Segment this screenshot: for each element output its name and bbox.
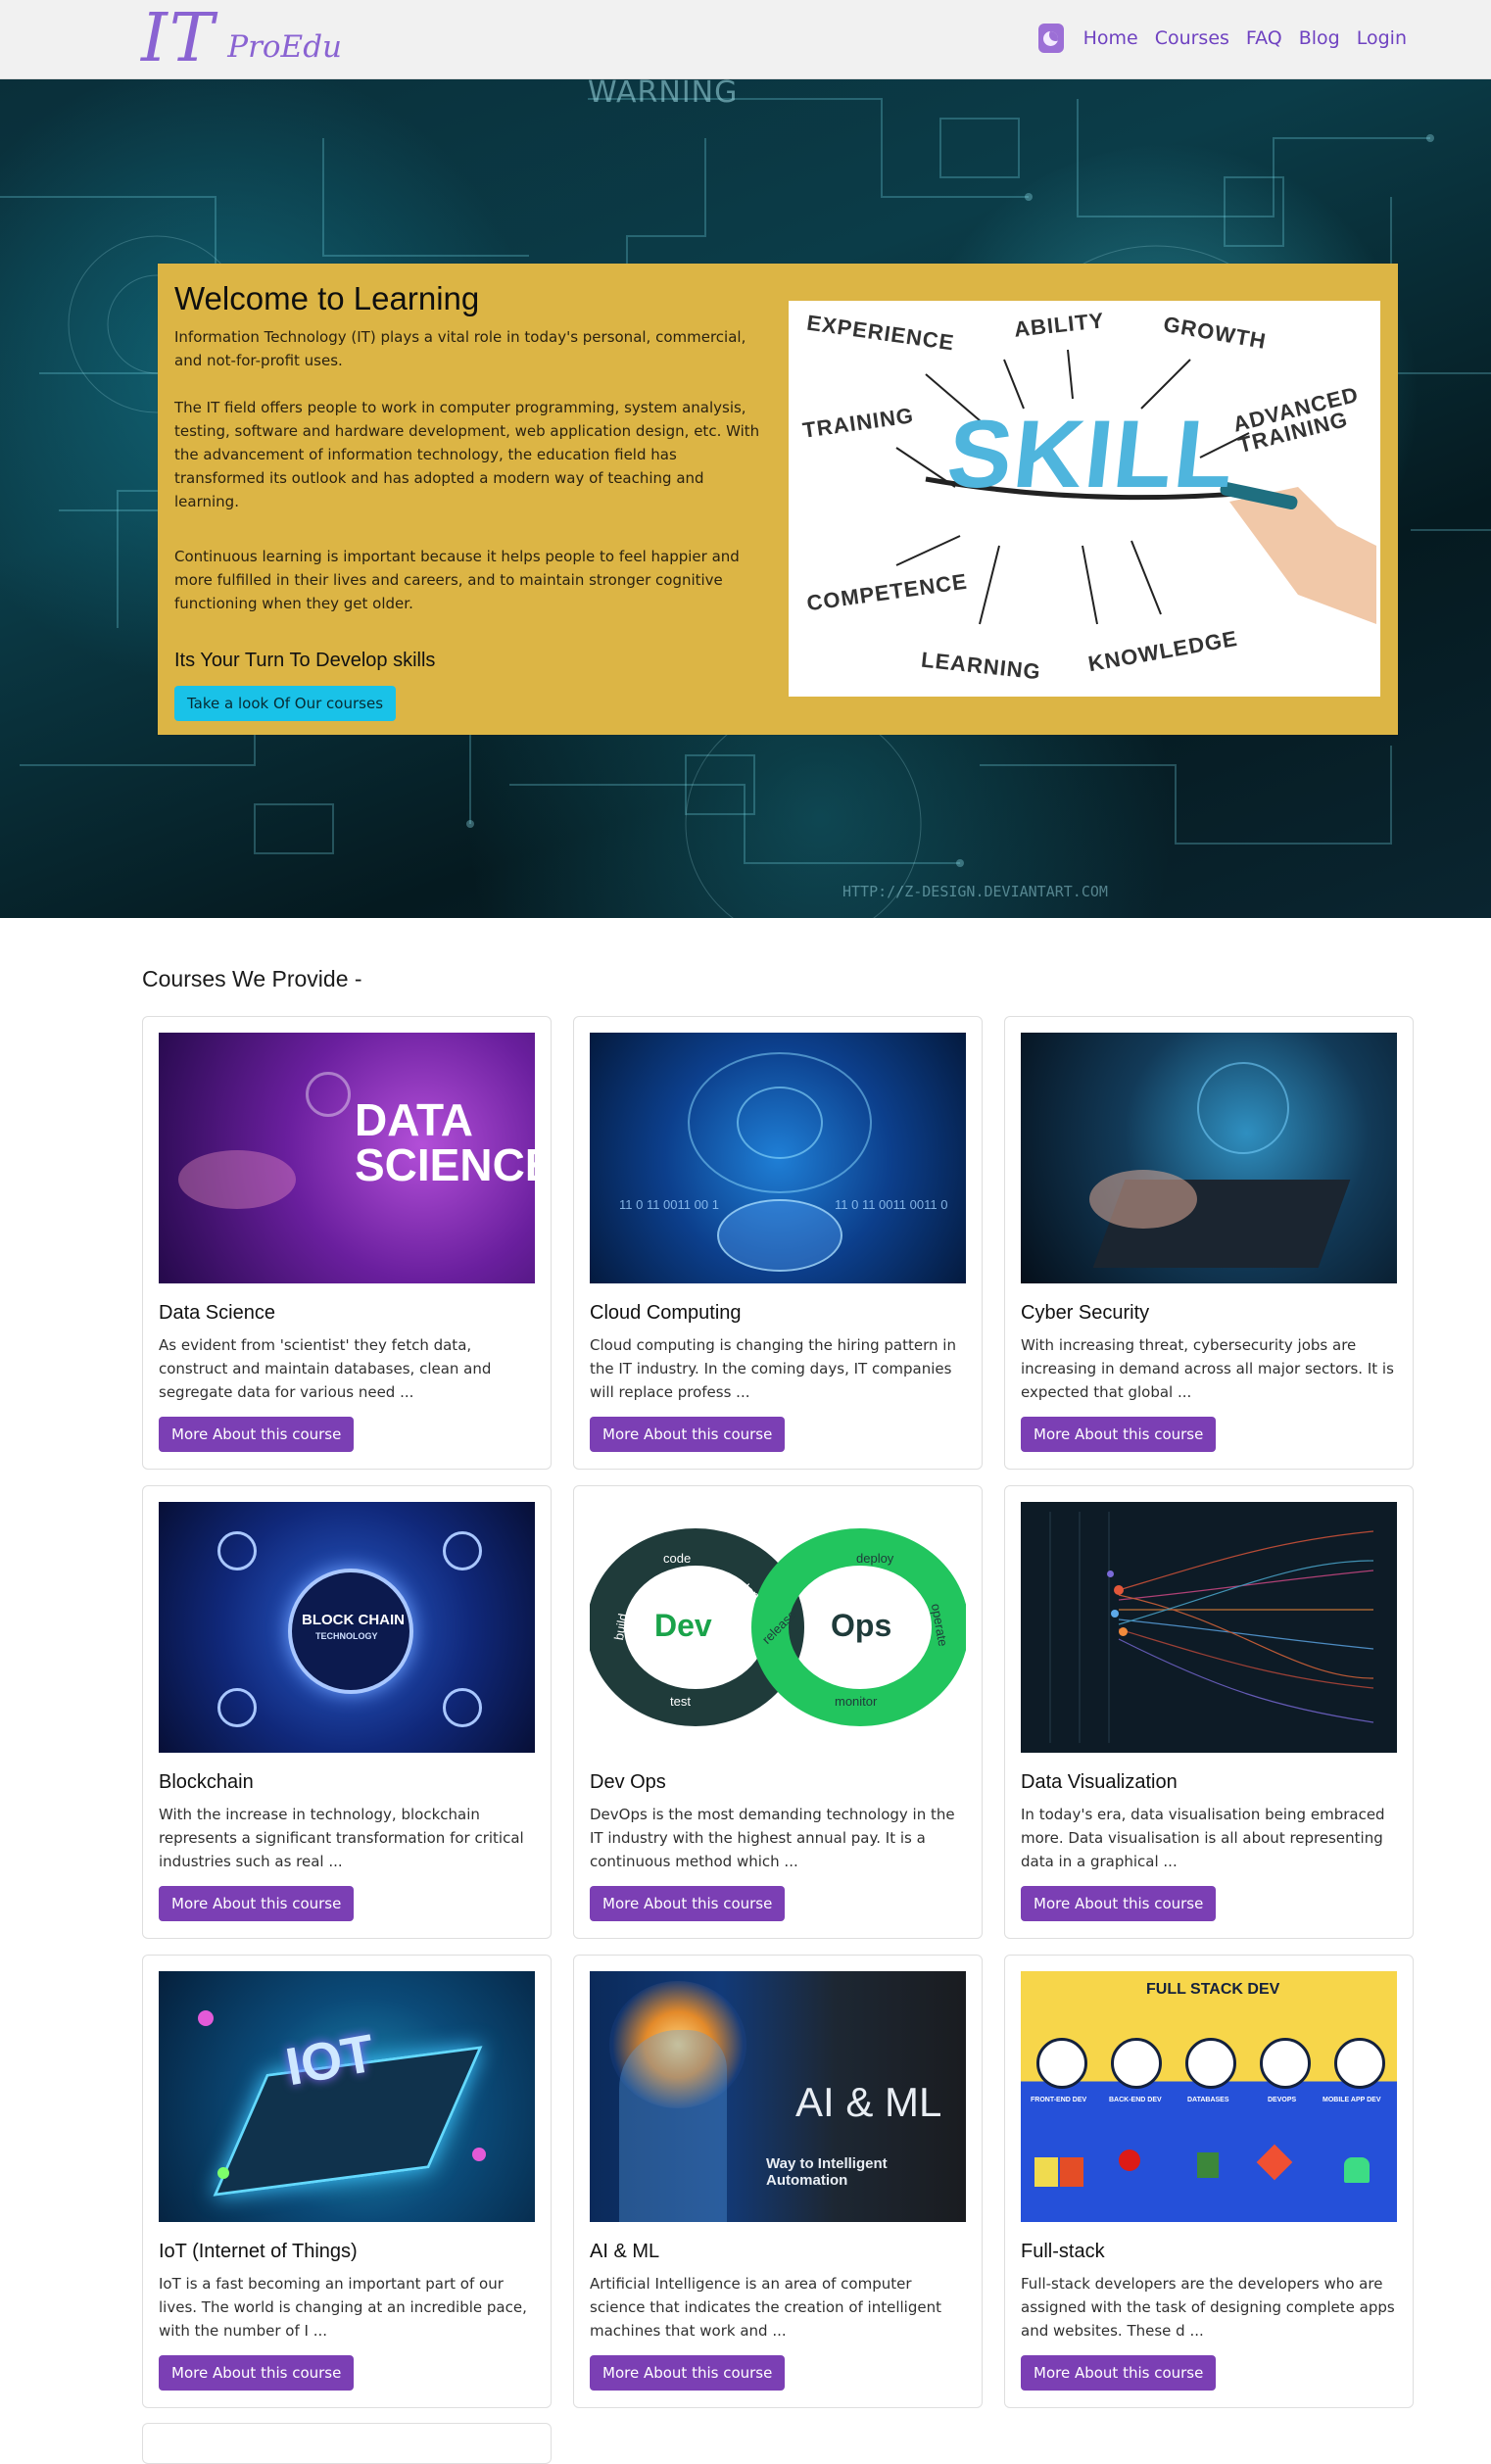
- course-description: Cloud computing is changing the hiring p…: [590, 1336, 956, 1401]
- skill-illustration: SKILL EXPERIENCE ABILITY GROWTH TRAINING…: [789, 301, 1380, 697]
- course-title: Dev Ops: [590, 1771, 666, 1793]
- course-image: Dev Ops code plan build test release dep…: [590, 1502, 966, 1753]
- image-text-code: code: [663, 1551, 692, 1566]
- course-image: [1021, 1033, 1397, 1283]
- brand-logo[interactable]: IT ProEdu: [141, 4, 342, 74]
- image-text-block-chain: BLOCK CHAIN: [302, 1612, 405, 1628]
- nav-login[interactable]: Login: [1357, 27, 1407, 49]
- navbar: IT ProEdu Home Courses FAQ Blog Login: [0, 0, 1491, 79]
- image-text-front-end-dev: FRONT-END DEV: [1031, 2097, 1087, 2103]
- nav-blog[interactable]: Blog: [1299, 27, 1340, 49]
- image-text-binary-left: 11 0 11 0011 00 1: [619, 1197, 719, 1212]
- course-description: DevOps is the most demanding technology …: [590, 1806, 955, 1870]
- course-title: Cloud Computing: [590, 1302, 742, 1324]
- course-card-cyber-security: Cyber Security With increasing threat, c…: [1004, 1016, 1414, 1470]
- more-about-course-button[interactable]: More About this course: [159, 2355, 355, 2391]
- course-card-ai-ml: AI & ML Way to Intelligent Automation AI…: [573, 1955, 983, 2408]
- course-description: With increasing threat, cybersecurity jo…: [1021, 1336, 1394, 1401]
- more-about-course-button[interactable]: More About this course: [590, 2355, 786, 2391]
- image-text-mobile-app-dev: MOBILE APP DEV: [1323, 2097, 1381, 2103]
- more-about-course-button[interactable]: More About this course: [1021, 1417, 1217, 1452]
- course-title: Full-stack: [1021, 2241, 1105, 2262]
- image-text-technology: TECHNOLOGY: [315, 1631, 378, 1641]
- course-image: [1021, 1502, 1397, 1753]
- course-image: 11 0 11 0011 00 1 11 0 11 0011 0011 0: [590, 1033, 966, 1283]
- hero-paragraph-3: Continuous learning is important because…: [174, 548, 740, 612]
- course-description: As evident from 'scientist' they fetch d…: [159, 1336, 492, 1401]
- course-card-data-visualization: Data Visualization In today's era, data …: [1004, 1485, 1414, 1939]
- hero-title: Welcome to Learning: [174, 280, 480, 316]
- more-about-course-button[interactable]: More About this course: [159, 1886, 355, 1921]
- hero-bg-caption: HTTP://Z-DESIGN.DEVIANTART.COM: [842, 883, 1108, 900]
- image-text-full-stack-dev: FULL STACK DEV: [1146, 1981, 1280, 1998]
- course-description: With the increase in technology, blockch…: [159, 1806, 524, 1870]
- hero-paragraph-2: The IT field offers people to work in co…: [174, 399, 760, 510]
- hero-bg-warning-text: WARNING: [588, 79, 739, 110]
- course-title: Cyber Security: [1021, 1302, 1150, 1324]
- nav-menu: Home Courses FAQ Blog Login: [1037, 24, 1407, 53]
- image-text-ops: Ops: [831, 1608, 892, 1643]
- course-description: Artificial Intelligence is an area of co…: [590, 2275, 941, 2340]
- course-description: IoT is a fast becoming an important part…: [159, 2275, 527, 2340]
- hero-card: Welcome to Learning Information Technolo…: [158, 264, 1398, 735]
- brand-main: IT: [141, 0, 216, 77]
- image-text-test: test: [670, 1694, 691, 1709]
- image-text-science: SCIENCE: [355, 1139, 535, 1190]
- course-image: AI & ML Way to Intelligent Automation: [590, 1971, 966, 2222]
- theme-toggle-button[interactable]: [1037, 24, 1064, 53]
- course-image: BLOCK CHAIN TECHNOLOGY: [159, 1502, 535, 1753]
- course-card-full-stack: FULL STACK DEV FRONT-END DEV BACK-END DE…: [1004, 1955, 1414, 2408]
- more-about-course-button[interactable]: More About this course: [159, 1417, 355, 1452]
- course-title: Data Visualization: [1021, 1771, 1178, 1793]
- course-title: IoT (Internet of Things): [159, 2241, 358, 2262]
- image-text-databases: DATABASES: [1187, 2097, 1229, 2103]
- more-about-course-button[interactable]: More About this course: [1021, 1886, 1217, 1921]
- course-title: AI & ML: [590, 2241, 660, 2262]
- browse-courses-button[interactable]: Take a look Of Our courses: [174, 686, 397, 721]
- image-text-dev: Dev: [654, 1608, 712, 1643]
- courses-heading: Courses We Provide -: [142, 966, 362, 991]
- image-text-ai-ml: AI & ML: [795, 2079, 942, 2125]
- course-title: Data Science: [159, 1302, 275, 1324]
- hero-subheading: Its Your Turn To Develop skills: [174, 650, 436, 671]
- course-card-data-science: DATA SCIENCE Data Science As evident fro…: [142, 1016, 552, 1470]
- image-text-monitor: monitor: [835, 1694, 878, 1709]
- course-card-cloud-computing: 11 0 11 0011 00 1 11 0 11 0011 0011 0 Cl…: [573, 1016, 983, 1470]
- brand-sub: ProEdu: [227, 29, 342, 65]
- hero-paragraph-1: Information Technology (IT) plays a vita…: [174, 328, 746, 369]
- nav-home[interactable]: Home: [1083, 27, 1138, 49]
- image-text-deploy: deploy: [856, 1551, 894, 1566]
- hero-section: WARNING HTTP://Z-DESIGN.DEVIANTART.COM W…: [0, 79, 1491, 918]
- nav-faq[interactable]: FAQ: [1246, 27, 1282, 49]
- course-image: FULL STACK DEV FRONT-END DEV BACK-END DE…: [1021, 1971, 1397, 2222]
- image-text-devops: DEVOPS: [1268, 2097, 1297, 2103]
- course-image: IOT: [159, 1971, 535, 2222]
- nav-courses[interactable]: Courses: [1155, 27, 1229, 49]
- course-card-dev-ops: Dev Ops code plan build test release dep…: [573, 1485, 983, 1939]
- course-title: Blockchain: [159, 1771, 254, 1793]
- image-text-tagline: Way to Intelligent Automation: [766, 2155, 888, 2189]
- skill-center-word: SKILL: [942, 400, 1241, 507]
- image-text-back-end-dev: BACK-END DEV: [1109, 2097, 1162, 2103]
- moon-icon: [1043, 30, 1059, 46]
- course-card-iot: IOT IoT (Internet of Things) IoT is a fa…: [142, 1955, 552, 2408]
- course-description: Full-stack developers are the developers…: [1021, 2275, 1395, 2340]
- dataviz-flow-graphic: [1049, 1512, 1374, 1743]
- image-text-binary-right: 11 0 11 0011 0011 0: [835, 1197, 948, 1212]
- course-image: DATA SCIENCE: [159, 1033, 535, 1283]
- course-card-partial: [142, 2423, 552, 2464]
- more-about-course-button[interactable]: More About this course: [1021, 2355, 1217, 2391]
- course-card-blockchain: BLOCK CHAIN TECHNOLOGY Blockchain With t…: [142, 1485, 552, 1939]
- course-description: In today's era, data visualisation being…: [1021, 1806, 1385, 1870]
- more-about-course-button[interactable]: More About this course: [590, 1886, 786, 1921]
- more-about-course-button[interactable]: More About this course: [590, 1417, 786, 1452]
